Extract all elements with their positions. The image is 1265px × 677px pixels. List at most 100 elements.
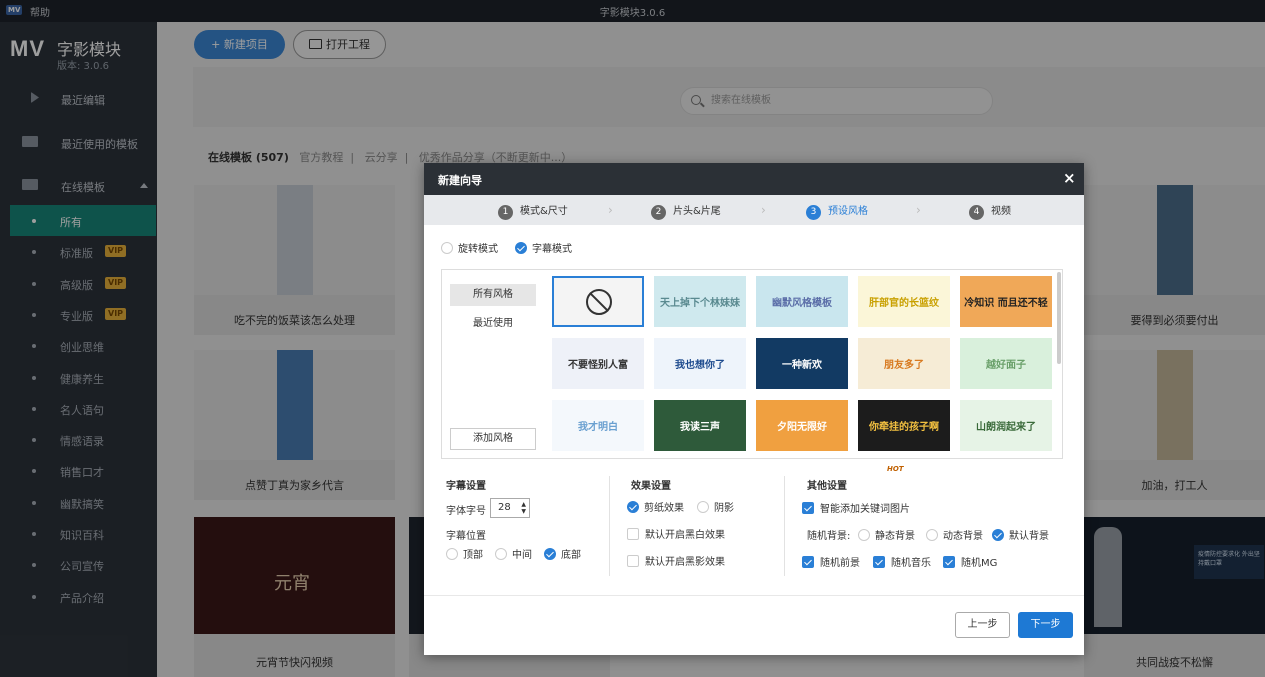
step-label: 视频 (991, 206, 1011, 217)
style-tile-text: 不要怪别人富 (568, 359, 628, 371)
add-style-button[interactable]: 添加风格 (450, 428, 536, 450)
checkbox-checked-icon (943, 556, 955, 568)
step-label: 预设风格 (828, 206, 868, 217)
style-tile-text: 天上掉下个林妹妹 (660, 297, 740, 309)
prev-step-button[interactable]: 上一步 (955, 612, 1010, 638)
style-tile[interactable]: 幽默风格模板 (756, 276, 848, 327)
radio-label: 旋转模式 (458, 244, 498, 255)
checkbox-checked-icon (873, 556, 885, 568)
radio-icon (441, 242, 453, 254)
dynamic-bg-radio[interactable]: 动态背景 (926, 527, 983, 542)
checkbox-icon (627, 555, 639, 567)
radio-icon (926, 529, 938, 541)
style-tile-none[interactable] (552, 276, 644, 327)
stepper-arrows-icon[interactable]: ▲ ▼ (521, 501, 526, 515)
radio-checked-icon (627, 501, 639, 513)
mode-rotate-radio[interactable]: 旋转模式 (441, 240, 498, 255)
style-tile[interactable]: 一种新欢 (756, 338, 848, 389)
radio-checked-icon (992, 529, 1004, 541)
radio-label: 中间 (512, 550, 532, 561)
default-bg-radio[interactable]: 默认背景 (992, 527, 1049, 542)
chevron-right-icon: › (761, 203, 766, 217)
style-tile[interactable]: 我读三声 (654, 400, 746, 451)
style-tile-text: 一种新欢 (782, 359, 822, 371)
radio-label: 顶部 (463, 550, 483, 561)
scrollbar[interactable] (1057, 272, 1061, 364)
style-tile-text: 幽默风格模板 (772, 297, 832, 309)
checkbox-label: 默认开启黑影效果 (645, 557, 725, 568)
style-tile-text: 山朗润起来了 (976, 421, 1036, 433)
subtitle-settings-heading: 字幕设置 (446, 481, 486, 492)
style-tile-text: 朋友多了 (884, 359, 924, 371)
style-picker: 所有风格 最近使用 添加风格 天上掉下个林妹妹 幽默风格模板 肝部官的长篮纹 冷知识 … (441, 269, 1063, 459)
checkbox-label: 默认开启黑白效果 (645, 530, 725, 541)
style-tile[interactable]: 山朗润起来了 (960, 400, 1052, 451)
random-mg-checkbox[interactable]: 随机MG (943, 554, 997, 569)
radio-checked-icon (544, 548, 556, 560)
style-tile[interactable]: 肝部官的长篮纹 (858, 276, 950, 327)
style-tile[interactable]: 越好面子 (960, 338, 1052, 389)
checkbox-label: 随机音乐 (891, 558, 931, 569)
paper-cut-checkbox[interactable]: 剪纸效果 (627, 499, 684, 514)
app-window: MV 帮助 字影模块3.0.6 MV 字影模块 版本: 3.0.6 最近编辑 最… (0, 0, 1265, 677)
radio-checked-icon (515, 242, 527, 254)
checkbox-label: 随机前景 (820, 558, 860, 569)
style-tile[interactable]: 夕阳无限好 (756, 400, 848, 451)
wizard-steps: 1 模式&尺寸 › 2 片头&片尾 › 3 预设风格 › 4 视频 (424, 195, 1084, 225)
modal-header: 新建向导 × (424, 163, 1084, 195)
style-tile[interactable]: 你牵挂的孩子啊 (858, 400, 950, 451)
pos-top-radio[interactable]: 顶部 (446, 546, 483, 561)
style-tile[interactable]: 朋友多了 (858, 338, 950, 389)
divider (424, 595, 1084, 596)
style-tile[interactable]: 我也想你了 (654, 338, 746, 389)
radio-icon (858, 529, 870, 541)
style-tile[interactable]: 冷知识 而且还不轻 (960, 276, 1052, 327)
radio-label: 字幕模式 (532, 244, 572, 255)
style-tile-text: 越好面子 (986, 359, 1026, 371)
checkbox-icon (627, 528, 639, 540)
step-number: 1 (498, 205, 513, 220)
step-label: 模式&尺寸 (520, 206, 568, 217)
pos-middle-radio[interactable]: 中间 (495, 546, 532, 561)
pos-bottom-radio[interactable]: 底部 (544, 546, 581, 561)
other-settings-heading: 其他设置 (807, 481, 847, 492)
effect-settings-heading: 效果设置 (631, 481, 671, 492)
font-size-stepper[interactable]: 28 ▲ ▼ (490, 498, 530, 518)
random-fg-checkbox[interactable]: 随机前景 (802, 554, 860, 569)
style-tile[interactable]: 我才明白 (552, 400, 644, 451)
smart-keyword-checkbox[interactable]: 智能添加关键词图片 (802, 500, 910, 515)
radio-icon (697, 501, 709, 513)
mode-subtitle-radio[interactable]: 字幕模式 (515, 240, 572, 255)
style-tile[interactable]: 不要怪别人富 (552, 338, 644, 389)
style-tile[interactable]: 天上掉下个林妹妹 (654, 276, 746, 327)
hot-badge: HOT (887, 465, 904, 473)
shadow-checkbox[interactable]: 阴影 (697, 499, 734, 514)
bw-effect-checkbox[interactable]: 默认开启黑白效果 (627, 526, 725, 541)
wizard-step: 3 预设风格 (806, 202, 868, 220)
radio-label: 默认背景 (1009, 531, 1049, 542)
no-style-icon (586, 289, 612, 315)
bw-shadow-checkbox[interactable]: 默认开启黑影效果 (627, 553, 725, 568)
wizard-step: 1 模式&尺寸 (498, 202, 568, 220)
chevron-right-icon: › (608, 203, 613, 217)
radio-icon (495, 548, 507, 560)
style-category-all[interactable]: 所有风格 (450, 284, 536, 306)
font-size-value: 28 (498, 502, 511, 513)
subtitle-position-label: 字幕位置 (446, 531, 486, 542)
style-category-recent[interactable]: 最近使用 (450, 313, 536, 335)
checkbox-checked-icon (802, 556, 814, 568)
style-tile-text: 冷知识 而且还不轻 (964, 297, 1048, 309)
step-label: 片头&片尾 (673, 206, 721, 217)
checkbox-label: 智能添加关键词图片 (820, 504, 910, 515)
random-music-checkbox[interactable]: 随机音乐 (873, 554, 931, 569)
random-bg-label: 随机背景: (807, 531, 851, 542)
style-tile-text: 你牵挂的孩子啊 (869, 421, 939, 433)
modal-title: 新建向导 (438, 174, 482, 187)
next-step-button[interactable]: 下一步 (1018, 612, 1073, 638)
new-project-wizard: 新建向导 × 1 模式&尺寸 › 2 片头&片尾 › 3 预设风格 › 4 视频 旋转模式 字幕模式… (424, 163, 1084, 655)
step-number: 2 (651, 205, 666, 220)
checkbox-label: 随机MG (961, 558, 998, 569)
style-tile-text: 我也想你了 (675, 359, 725, 371)
static-bg-radio[interactable]: 静态背景 (858, 527, 915, 542)
close-icon[interactable]: × (1063, 169, 1076, 187)
